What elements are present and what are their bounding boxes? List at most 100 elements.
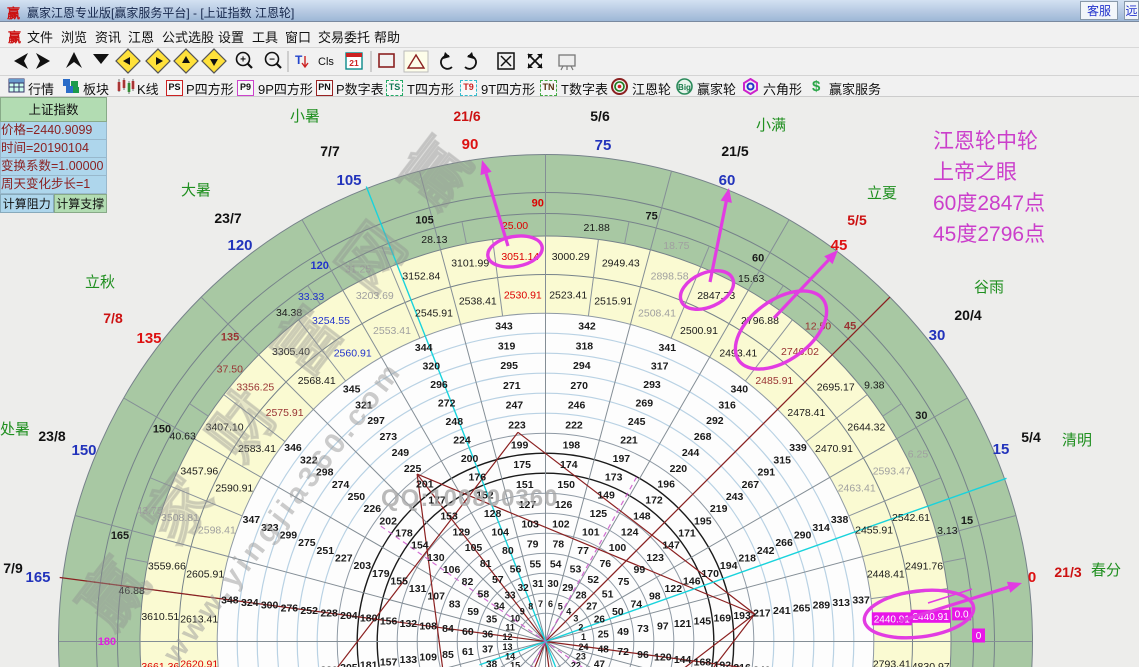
svg-text:339: 339	[789, 442, 807, 454]
svg-text:200: 200	[461, 453, 479, 465]
svg-text:218: 218	[738, 553, 756, 565]
svg-text:99: 99	[634, 564, 646, 576]
svg-text:106: 106	[443, 564, 461, 576]
svg-text:2: 2	[578, 622, 583, 632]
svg-text:291: 291	[758, 467, 776, 479]
svg-text:180: 180	[98, 636, 116, 648]
svg-text:3.13: 3.13	[937, 525, 958, 537]
svg-text:23/7: 23/7	[214, 210, 241, 226]
svg-text:60: 60	[752, 253, 764, 265]
svg-text:315: 315	[773, 454, 791, 466]
svg-text:2793.41: 2793.41	[873, 659, 911, 667]
svg-text:223: 223	[508, 420, 526, 432]
svg-text:290: 290	[794, 530, 812, 542]
svg-text:227: 227	[335, 553, 353, 565]
svg-text:103: 103	[521, 519, 539, 531]
svg-text:85: 85	[442, 649, 454, 661]
svg-text:13: 13	[502, 642, 512, 652]
svg-text:立秋: 立秋	[85, 274, 115, 291]
svg-text:33: 33	[504, 591, 516, 602]
svg-text:48: 48	[598, 645, 610, 656]
svg-text:21/3: 21/3	[1054, 564, 1081, 580]
svg-text:1: 1	[581, 632, 586, 642]
svg-text:150: 150	[153, 423, 171, 435]
svg-text:84: 84	[442, 623, 454, 635]
svg-text:2485.91: 2485.91	[755, 375, 793, 387]
svg-text:221: 221	[620, 434, 638, 446]
svg-text:20/4: 20/4	[954, 307, 981, 323]
svg-text:268: 268	[694, 431, 712, 443]
svg-text:59: 59	[467, 606, 479, 618]
svg-text:37: 37	[482, 645, 494, 656]
svg-text:267: 267	[742, 479, 760, 491]
svg-text:122: 122	[665, 583, 683, 595]
svg-text:7: 7	[538, 599, 543, 609]
svg-text:30: 30	[548, 579, 560, 590]
svg-text:125: 125	[590, 508, 608, 520]
svg-text:226: 226	[364, 503, 382, 515]
svg-text:343: 343	[495, 320, 513, 332]
svg-text:144: 144	[674, 654, 692, 666]
svg-text:2440.91: 2440.91	[913, 612, 950, 623]
svg-text:295: 295	[500, 360, 518, 372]
svg-text:271: 271	[503, 380, 521, 392]
svg-text:196: 196	[657, 479, 675, 491]
svg-text:21.88: 21.88	[584, 222, 610, 234]
svg-text:6: 6	[548, 599, 553, 609]
svg-text:45度2796点: 45度2796点	[933, 223, 1045, 246]
svg-text:174: 174	[560, 459, 578, 471]
svg-text:168: 168	[694, 657, 712, 667]
svg-text:241: 241	[773, 605, 791, 617]
svg-text:45: 45	[831, 237, 848, 254]
svg-text:247: 247	[506, 400, 524, 412]
svg-text:57: 57	[492, 574, 504, 586]
svg-text:74: 74	[630, 598, 642, 610]
svg-text:193: 193	[733, 610, 751, 622]
svg-text:51: 51	[602, 588, 614, 600]
svg-text:171: 171	[678, 528, 696, 540]
svg-text:272: 272	[438, 397, 456, 409]
svg-text:102: 102	[552, 519, 570, 531]
svg-text:5/6: 5/6	[590, 108, 610, 124]
svg-text:+: +	[240, 55, 246, 66]
svg-text:5: 5	[558, 602, 563, 612]
svg-text:248: 248	[446, 416, 464, 428]
svg-text:135: 135	[136, 330, 161, 347]
svg-text:9: 9	[520, 607, 525, 617]
svg-text:276: 276	[281, 602, 299, 614]
svg-text:7/9: 7/9	[3, 560, 23, 576]
svg-text:上帝之眼: 上帝之眼	[933, 161, 1017, 184]
svg-text:172: 172	[645, 495, 663, 507]
svg-text:192: 192	[714, 659, 732, 667]
svg-text:江恩轮中轮: 江恩轮中轮	[933, 130, 1038, 153]
svg-text:−: −	[269, 55, 275, 66]
svg-text:317: 317	[651, 360, 669, 372]
svg-text:立夏: 立夏	[867, 185, 897, 202]
svg-text:197: 197	[613, 453, 631, 465]
svg-text:148: 148	[633, 510, 651, 522]
svg-text:12.50: 12.50	[805, 320, 831, 332]
svg-text:90: 90	[532, 198, 544, 210]
svg-text:153: 153	[440, 510, 458, 522]
svg-text:7/7: 7/7	[320, 143, 340, 159]
svg-text:小满: 小满	[756, 117, 786, 134]
svg-text:342: 342	[578, 320, 596, 332]
svg-text:56: 56	[510, 564, 522, 576]
svg-text:31: 31	[532, 579, 544, 590]
svg-text:129: 129	[453, 526, 471, 538]
svg-text:97: 97	[657, 621, 669, 633]
svg-text:292: 292	[706, 415, 724, 427]
svg-text:244: 244	[682, 447, 700, 459]
svg-text:249: 249	[392, 447, 410, 459]
svg-text:47: 47	[594, 659, 606, 667]
svg-text:120: 120	[654, 651, 672, 663]
svg-text:2644.32: 2644.32	[847, 422, 885, 434]
svg-text:340: 340	[731, 384, 749, 396]
svg-text:3101.99: 3101.99	[451, 257, 489, 269]
svg-text:124: 124	[621, 526, 639, 538]
svg-text:224: 224	[453, 434, 471, 446]
svg-text:春分: 春分	[1091, 562, 1121, 579]
svg-text:220: 220	[670, 463, 688, 475]
svg-text:180: 180	[360, 613, 378, 625]
svg-text:72: 72	[617, 646, 629, 658]
